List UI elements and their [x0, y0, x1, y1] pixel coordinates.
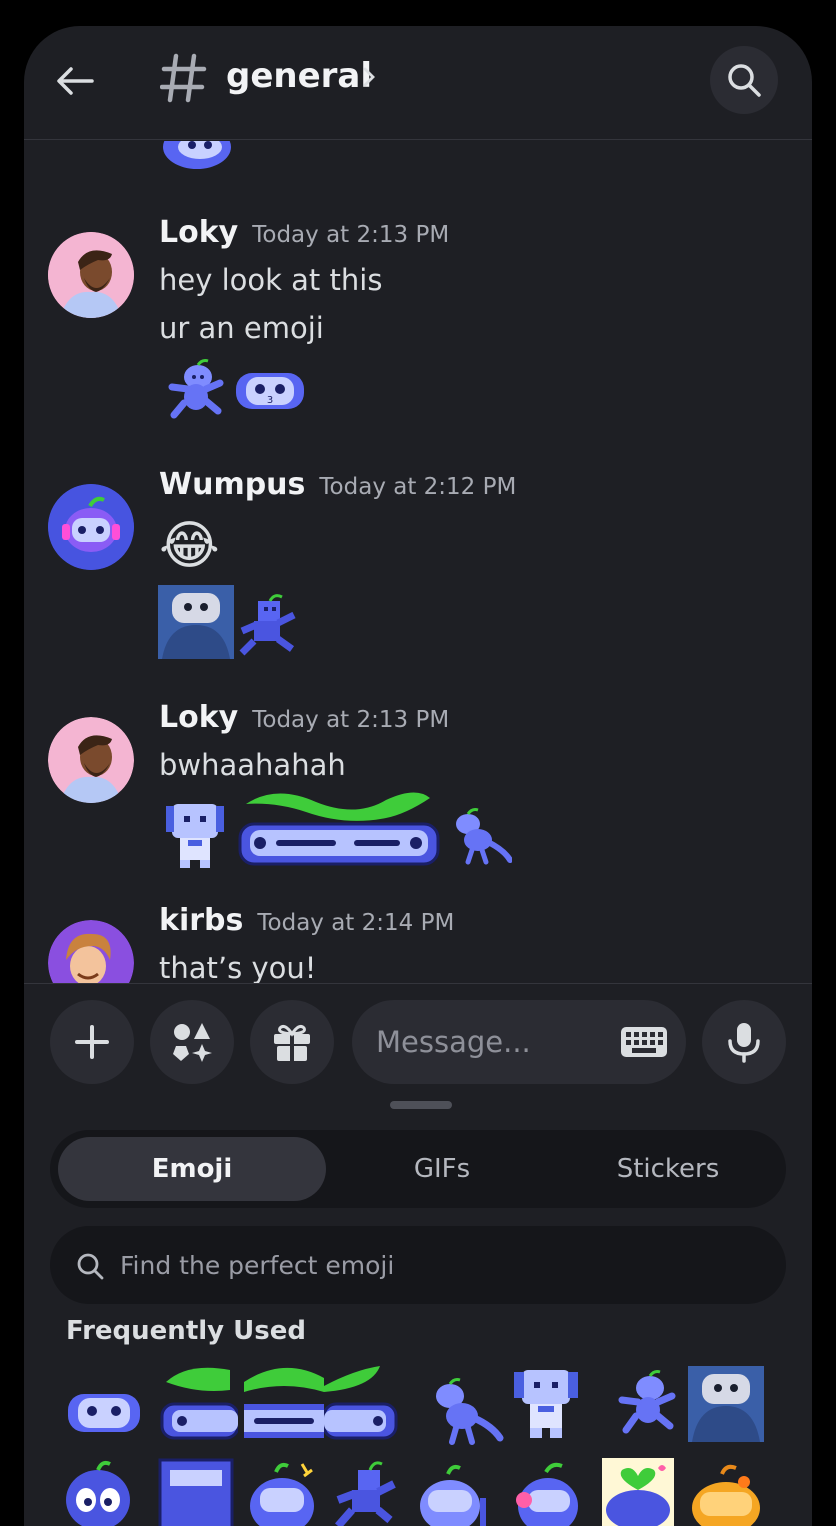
emoji-wumpus-running[interactable]: [608, 1366, 688, 1446]
emoji-wumpus-long-right[interactable]: [324, 1362, 404, 1442]
apps-button[interactable]: [150, 1000, 234, 1084]
search-icon: [77, 1253, 104, 1280]
voice-message-button[interactable]: [702, 1000, 786, 1084]
emoji-wumpus-long-left[interactable]: [158, 1362, 238, 1442]
message-author[interactable]: Wumpus: [159, 467, 305, 502]
message-list[interactable]: Loky Today at 2:13 PM hey look at this ur…: [24, 141, 812, 983]
message[interactable]: Loky Today at 2:13 PM hey look at this ur…: [24, 199, 812, 429]
wumpus-running-emoji[interactable]: [166, 357, 226, 423]
wumpus-long-face-emoji[interactable]: [236, 788, 442, 870]
picker-tabs: Emoji GIFs Stickers: [50, 1130, 786, 1208]
wumpus-hoodie-emoji[interactable]: [158, 585, 234, 659]
message-text: that’s you!: [159, 951, 317, 983]
emoji-wumpus-headphones[interactable]: [506, 1362, 586, 1442]
emoji-wumpus-flower[interactable]: [506, 1454, 586, 1526]
message-timestamp: Today at 2:13 PM: [252, 222, 450, 248]
drawer-handle[interactable]: [390, 1101, 452, 1109]
app-window: general Loky Today at 2:13 PM hey look a…: [24, 26, 812, 1526]
emoji-wumpus-hoodie[interactable]: [686, 1364, 766, 1444]
gift-button[interactable]: [250, 1000, 334, 1084]
channel-header: general: [24, 26, 812, 140]
message[interactable]: kirbs Today at 2:14 PM that’s you!: [24, 887, 812, 983]
add-attachment-button[interactable]: [50, 1000, 134, 1084]
message-author[interactable]: Loky: [159, 215, 238, 250]
wumpus-sticker[interactable]: [160, 141, 234, 173]
emoji-search-bar[interactable]: [50, 1226, 786, 1304]
arrow-left-icon: [57, 67, 94, 95]
emoji-wumpus-golden[interactable]: [686, 1454, 766, 1526]
message[interactable]: Loky Today at 2:13 PM bwhaahahah: [24, 684, 812, 904]
emoji-search-input[interactable]: [120, 1244, 720, 1286]
emoji-wumpus-dino[interactable]: [426, 1374, 506, 1454]
message-text: hey look at this: [159, 263, 383, 297]
wumpus-dino-emoji[interactable]: [448, 806, 512, 866]
message-text: bwhaahahah: [159, 748, 346, 782]
emoji-wumpus-dancing[interactable]: [326, 1454, 406, 1526]
message-author[interactable]: kirbs: [159, 903, 243, 938]
chevron-right-icon[interactable]: [362, 66, 376, 88]
message-text: ur an emoji: [159, 311, 324, 345]
apps-icon: [173, 1023, 212, 1062]
user-avatar[interactable]: [48, 920, 134, 983]
message-timestamp: Today at 2:12 PM: [319, 474, 517, 500]
message-author[interactable]: Loky: [159, 700, 238, 735]
section-title: Frequently Used: [66, 1316, 306, 1346]
wumpus-headphones-emoji[interactable]: [158, 796, 232, 868]
user-avatar[interactable]: [48, 232, 134, 318]
hashtag-icon: [160, 53, 207, 103]
message-emoji[interactable]: 😂: [159, 511, 220, 581]
tab-stickers[interactable]: Stickers: [534, 1137, 802, 1201]
svg-text:3: 3: [267, 395, 273, 406]
back-button[interactable]: [52, 58, 98, 104]
microphone-icon: [728, 1023, 760, 1063]
emoji-wumpus-box[interactable]: [156, 1456, 236, 1526]
tab-emoji[interactable]: Emoji: [58, 1137, 326, 1201]
emoji-wumpus-shocked[interactable]: [242, 1454, 322, 1526]
message-timestamp: Today at 2:14 PM: [257, 910, 455, 936]
wumpus-face-emoji[interactable]: 3: [232, 365, 308, 417]
user-avatar[interactable]: [48, 717, 134, 803]
user-avatar[interactable]: [48, 484, 134, 570]
message-composer: [24, 983, 812, 1103]
wumpus-dancing-emoji[interactable]: [236, 591, 302, 663]
emoji-wumpus-face[interactable]: [64, 1374, 144, 1454]
message[interactable]: Wumpus Today at 2:12 PM 😂: [24, 451, 812, 681]
gift-icon: [274, 1025, 310, 1061]
emoji-wumpus-long-middle[interactable]: [244, 1362, 324, 1442]
emoji-wumpus-heart[interactable]: [598, 1454, 678, 1526]
emoji-wumpus-bird[interactable]: [58, 1454, 138, 1526]
plus-icon: [75, 1025, 109, 1059]
message-timestamp: Today at 2:13 PM: [252, 707, 450, 733]
keyboard-icon[interactable]: [620, 1024, 668, 1060]
message-input-container[interactable]: [352, 1000, 686, 1084]
search-icon: [728, 64, 761, 97]
channel-title[interactable]: general: [226, 56, 372, 96]
emoji-wumpus-mic[interactable]: [412, 1454, 492, 1526]
search-button[interactable]: [710, 46, 778, 114]
message-input[interactable]: [376, 1020, 596, 1064]
